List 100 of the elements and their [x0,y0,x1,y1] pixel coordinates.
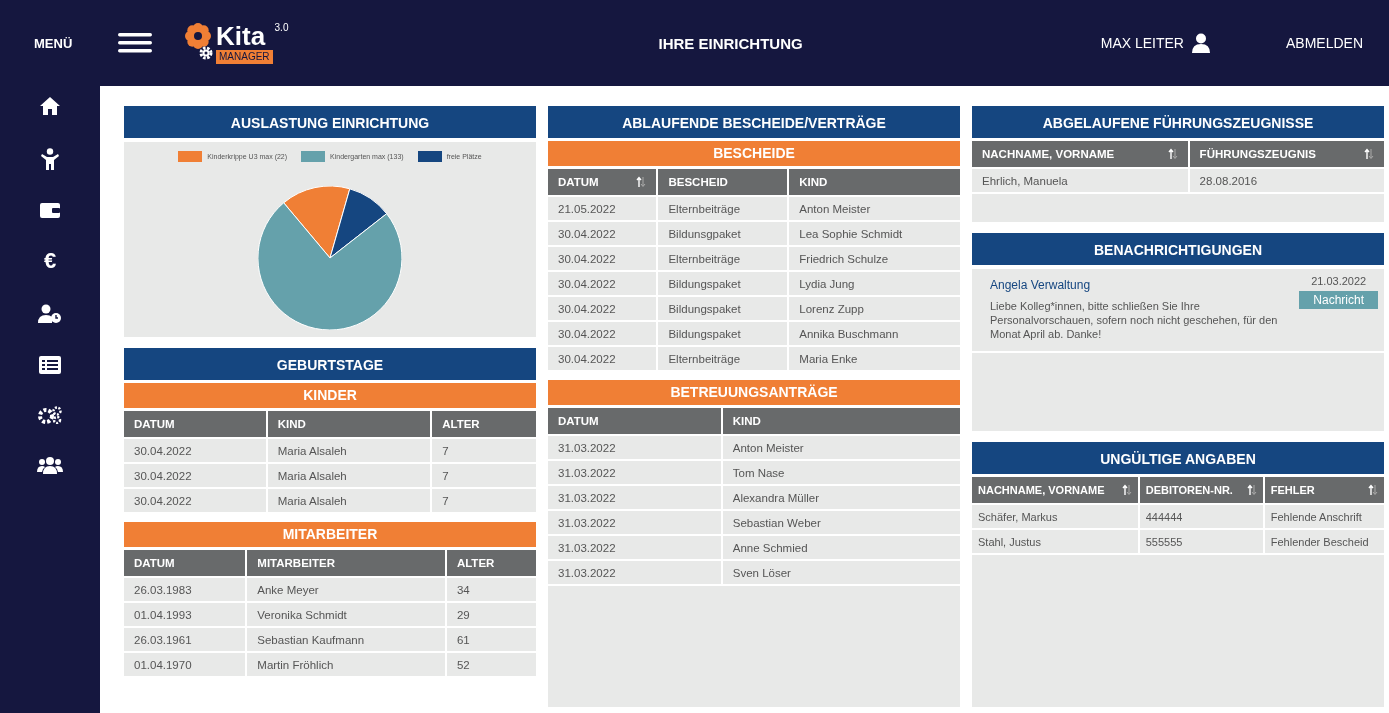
column-header[interactable]: DATUM [124,411,268,437]
table-cell: Lea Sophie Schmidt [789,222,960,245]
table-cell: 30.04.2022 [124,489,268,512]
subsection-header: BETREUUNGSANTRÄGE [548,380,960,405]
version-label: 3.0 [274,22,289,33]
table-cell: 30.04.2022 [548,322,659,345]
table-cell: Fehlende Anschrift [1264,505,1384,528]
column-header[interactable]: ALTER [446,550,536,576]
child-icon[interactable] [40,148,60,170]
table-cell: Elternbeiträge [658,247,790,270]
user-clock-icon[interactable] [38,304,62,324]
home-icon[interactable] [39,96,61,116]
column-header[interactable]: NACHNAME, VORNAME [972,477,1140,503]
message-text: Liebe Kolleg*innen, bitte schließen Sie Ihre Personalvorschauen, sofern noch nicht geschehen, für den Monat April ab. Danke! [990,299,1279,341]
gears-icon[interactable] [38,406,62,424]
column-header[interactable]: MITARBEITER [247,550,447,576]
table-cell: Anton Meister [722,436,960,459]
sort-icon[interactable] [1121,484,1132,496]
table-cell: 30.04.2022 [548,347,659,370]
table-cell: Schäfer, Markus [972,505,1140,528]
menu-label: MENÜ [34,35,74,51]
table-cell: Anne Schmied [722,536,960,559]
table-cell: 26.03.1961 [124,628,248,651]
table-cell: Maria Alsaleh [267,439,433,462]
section-header: UNGÜLTIGE ANGABEN [972,442,1384,474]
table-cell: Elternbeiträge [658,347,790,370]
table-cell: Sebastian Weber [722,511,960,534]
table-cell: 555555 [1139,530,1265,553]
sort-icon[interactable] [1368,484,1378,496]
table-cell: Bildungspaket [658,322,790,345]
table-cell: 7 [432,489,536,512]
table-cell: Elternbeiträge [658,197,790,220]
table-cell: 30.04.2022 [548,297,659,320]
column-header[interactable]: ALTER [432,411,536,437]
subsection-header: MITARBEITER [124,522,536,547]
flower-gear-icon [184,22,214,62]
table-cell: Anke Meyer [247,578,447,601]
table-cell: 29 [446,603,536,626]
sort-icon[interactable] [636,176,647,188]
page-title: IHRE EINRICHTUNG [658,34,804,52]
sender-link[interactable]: Angela Verwaltung [990,278,1091,292]
table-cell: 30.04.2022 [548,222,659,245]
table-cell: 28.08.2016 [1189,169,1384,192]
column-header[interactable]: FEHLER [1264,477,1384,503]
table-cell: Fehlender Bescheid [1264,530,1384,553]
list-icon[interactable] [39,356,61,374]
sort-icon[interactable] [1167,148,1178,160]
sort-icon[interactable] [1364,148,1374,160]
table-cell: Friedrich Schulze [789,247,960,270]
column-header[interactable]: DEBITOREN-NR. [1139,477,1265,503]
menu-icon[interactable] [118,33,152,53]
table-cell: 30.04.2022 [548,272,659,295]
table-cell: 31.03.2022 [548,461,723,484]
table-cell: 30.04.2022 [124,439,268,462]
column-header[interactable]: DATUM [124,550,248,576]
table-cell: 7 [432,464,536,487]
message-tag: Nachricht [1299,291,1378,309]
table-cell: 52 [446,653,536,676]
euro-icon[interactable]: € [43,250,57,272]
logout-link[interactable]: ABMELDEN [1285,35,1363,51]
table-cell: Stahl, Justus [972,530,1140,553]
message-date: 21.03.2022 [1311,275,1367,287]
sort-icon[interactable] [1246,484,1257,496]
table-cell: 61 [446,628,536,651]
column-header[interactable]: NACHNAME, VORNAME [972,141,1190,167]
table-cell: Veronika Schmidt [247,603,447,626]
column-header[interactable]: FÜHRUNGSZEUGNIS [1189,141,1384,167]
column-header[interactable]: DATUM [548,169,659,195]
user-icon[interactable] [1191,33,1210,53]
section-header: ABLAUFENDE BESCHEIDE/VERTRÄGE [548,106,960,138]
column-header[interactable]: DATUM [548,408,723,434]
table-cell: Maria Enke [789,347,960,370]
table-cell: 31.03.2022 [548,511,723,534]
table-cell: Lydia Jung [789,272,960,295]
subsection-header: KINDER [124,383,536,408]
table-cell: 01.04.1993 [124,603,248,626]
column-header[interactable]: KIND [267,411,433,437]
table-cell: Bildungspaket [658,297,790,320]
subsection-header: BESCHEIDE [548,141,960,166]
section-header: ABGELAUFENE FÜHRUNGSZEUGNISSE [972,106,1384,138]
logo-badge: MANAGER [216,50,273,64]
wallet-icon[interactable] [40,202,60,218]
logo-name: Kita [216,22,266,50]
table-cell: 26.03.1983 [124,578,248,601]
table-cell: 31.03.2022 [548,561,723,584]
table-cell: 31.03.2022 [548,436,723,459]
table-cell: Annika Buschmann [789,322,960,345]
column-header[interactable]: KIND [789,169,960,195]
section-header: GEBURTSTAGE [124,348,536,380]
column-header[interactable]: KIND [722,408,960,434]
table-cell: Lorenz Zupp [789,297,960,320]
table-cell: Maria Alsaleh [267,464,433,487]
group-icon[interactable] [37,456,63,474]
table-cell: 21.05.2022 [548,197,659,220]
table-cell: Sebastian Kaufmann [247,628,447,651]
column-header[interactable]: BESCHEID [658,169,790,195]
table-cell: 01.04.1970 [124,653,248,676]
table-cell: 7 [432,439,536,462]
table-cell: 444444 [1139,505,1265,528]
section-header: AUSLASTUNG EINRICHTUNG [124,106,536,138]
